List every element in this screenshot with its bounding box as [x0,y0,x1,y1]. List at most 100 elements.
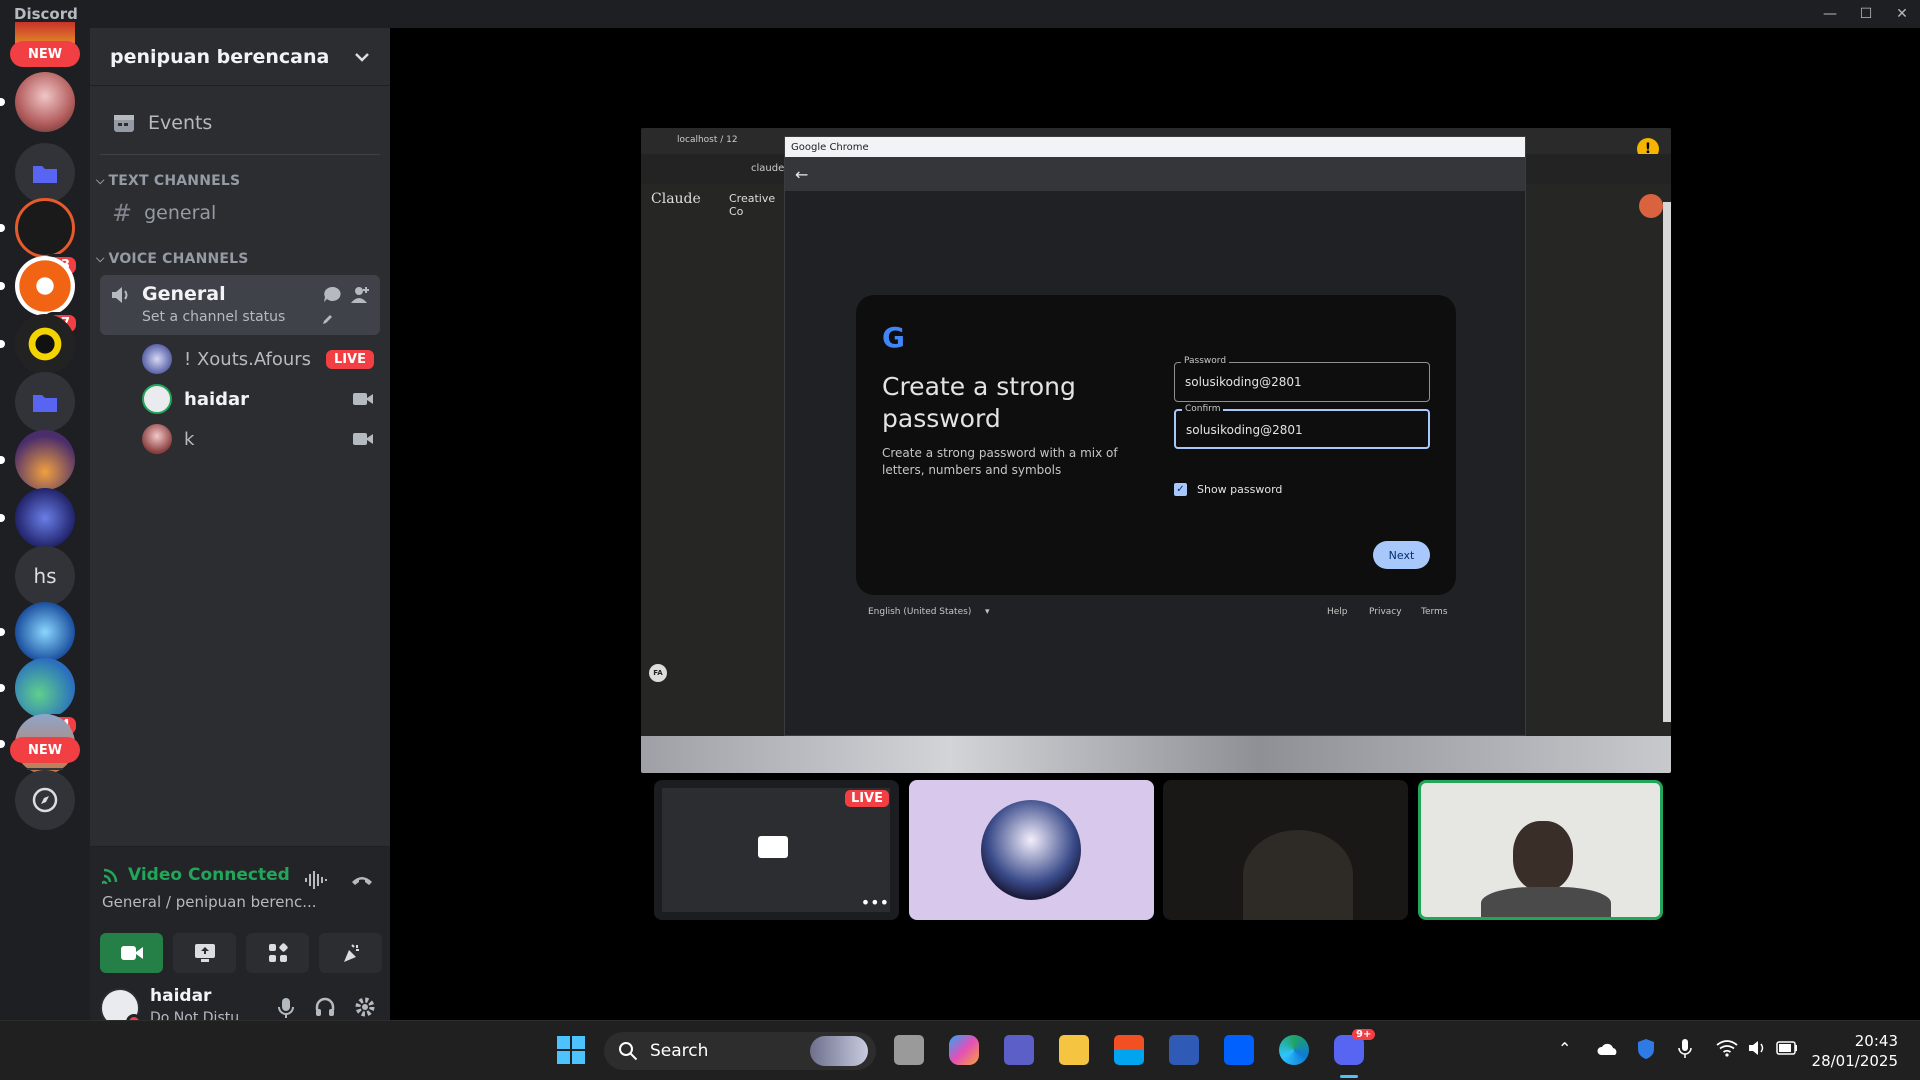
activity-icon [268,943,288,962]
activities-button[interactable] [246,933,309,973]
tile-video-haidar[interactable] [1418,780,1663,920]
close-button[interactable]: ✕ [1884,0,1920,28]
maximize-button[interactable]: ☐ [1848,0,1884,28]
dropbox-icon[interactable] [1224,1035,1254,1065]
server-icon-clarity-1[interactable] [15,488,75,548]
onedrive-icon[interactable] [1596,1041,1620,1057]
file-explorer-icon[interactable] [1059,1035,1089,1065]
task-view-icon[interactable] [894,1035,924,1065]
help-link[interactable]: Help [1327,607,1348,617]
server-icon-hon[interactable] [15,430,75,490]
more-options-icon[interactable]: ••• [861,893,889,912]
voice-channel-general[interactable]: General Set a channel status [100,275,380,335]
battery-icon[interactable] [1776,1041,1798,1055]
server-icon-overwatch-1[interactable] [15,198,75,258]
headphones-icon[interactable] [314,996,336,1018]
chat-bubble-icon[interactable] [322,285,342,305]
rtc-panel: Video Connected General / penipuan beren… [90,846,390,976]
unread-pip [0,340,5,348]
gear-icon[interactable] [354,996,376,1018]
server-icon-game[interactable] [15,658,75,718]
stream-chrome-popup: Google Chrome ← G Create a strong passwo… [784,136,1526,736]
voice-user-xouts[interactable]: ! Xouts.Afours LIVE [142,339,374,379]
copilot-icon[interactable] [949,1035,979,1065]
call-stage: localhost / 12 ! claude. Claude Creative… [390,28,1920,1020]
chevron-down-icon: ⌵ [96,252,105,265]
stream-claude-avatar [1639,194,1663,218]
category-text-channels[interactable]: ⌵ TEXT CHANNELS [96,173,390,189]
screen-share-stream[interactable]: localhost / 12 ! claude. Claude Creative… [641,128,1671,773]
language-select[interactable]: English (United States) [868,607,971,617]
windows-logo-icon [557,1036,585,1064]
participant-tiles: LIVE ••• [654,780,1664,920]
soundboard-button[interactable] [319,933,382,973]
video-feed [1513,821,1573,891]
window-controls: — ☐ ✕ [1812,0,1920,28]
card-description: Create a strong password with a mix of l… [882,446,1118,477]
confirm-field[interactable]: Confirm solusikoding@2801 [1174,404,1430,449]
volume-icon[interactable] [1748,1039,1768,1057]
vscode-icon[interactable] [1169,1035,1199,1065]
microphone-icon[interactable] [276,996,296,1020]
server-folder-2[interactable] [15,372,75,432]
hash-icon: # [112,199,133,227]
stream-scrollbar [1663,202,1671,722]
windows-start-button[interactable] [556,1035,586,1065]
active-app-indicator [1340,1075,1358,1078]
popup-title: Google Chrome [791,141,869,153]
noise-suppression-icon[interactable] [304,869,328,891]
teams-icon[interactable] [1004,1035,1034,1065]
channel-general[interactable]: # general [100,193,380,233]
channel-label: general [144,202,217,224]
avatar [981,800,1081,900]
tile-video-dark[interactable] [1163,780,1408,920]
divider [100,154,380,155]
category-voice-channels[interactable]: ⌵ VOICE CHANNELS [96,251,390,267]
unread-pip [0,684,5,692]
discover-button[interactable] [15,770,75,830]
next-button[interactable]: Next [1373,541,1430,569]
password-field[interactable]: Password solusikoding@2801 [1174,356,1430,402]
channel-status-hint[interactable]: Set a channel status [142,309,285,325]
tile-avatar-xouts[interactable] [909,780,1154,920]
server-header[interactable]: penipuan berencana [90,28,390,86]
folder-icon [33,166,57,183]
voice-user-haidar[interactable]: haidar [142,379,374,419]
events-item[interactable]: Events [100,98,380,148]
new-servers-pill-top[interactable]: NEW [10,41,80,67]
privacy-link[interactable]: Privacy [1369,607,1402,617]
stream-claude-right [1526,184,1671,736]
connection-location[interactable]: General / penipuan berenc... [102,893,317,911]
add-user-icon[interactable] [350,285,370,305]
server-icon-eye[interactable] [15,314,75,374]
server-icon-clarity-2[interactable] [15,602,75,662]
screen-share-button[interactable] [173,933,236,973]
voice-user-k[interactable]: k [142,419,374,459]
server-folder-1[interactable] [15,143,75,203]
server-icon-avatar[interactable] [15,72,75,132]
taskbar-search[interactable]: Search [604,1032,876,1070]
stream-user-avatar: FA [649,664,667,682]
security-shield-icon[interactable] [1636,1038,1656,1060]
tile-stream-preview[interactable]: LIVE ••• [654,780,899,920]
taskbar-clock[interactable]: 20:43 28/01/2025 [1812,1031,1898,1071]
unread-pip [0,224,5,232]
server-icon-hs[interactable]: hs [15,546,75,606]
user-name: haidar [150,986,212,1006]
server-icon-overwatch-2[interactable] [15,256,75,316]
microphone-tray-icon[interactable] [1678,1038,1692,1060]
voice-channel-label: General [142,283,226,305]
minimize-button[interactable]: — [1812,0,1848,28]
edge-icon[interactable] [1279,1035,1309,1065]
chevron-up-icon[interactable]: ⌃ [1558,1039,1571,1058]
store-icon[interactable] [1114,1035,1144,1065]
connection-status[interactable]: Video Connected [102,865,290,885]
disconnect-icon[interactable] [350,869,374,891]
show-password-checkbox[interactable]: ✓ Show password [1174,483,1282,496]
wifi-icon[interactable] [1716,1039,1738,1057]
pencil-icon[interactable] [322,313,334,325]
terms-link[interactable]: Terms [1421,607,1448,617]
camera-button[interactable] [100,933,163,973]
window-titlebar: Discord — ☐ ✕ [0,0,1920,28]
new-servers-pill-bottom[interactable]: NEW [10,737,80,763]
